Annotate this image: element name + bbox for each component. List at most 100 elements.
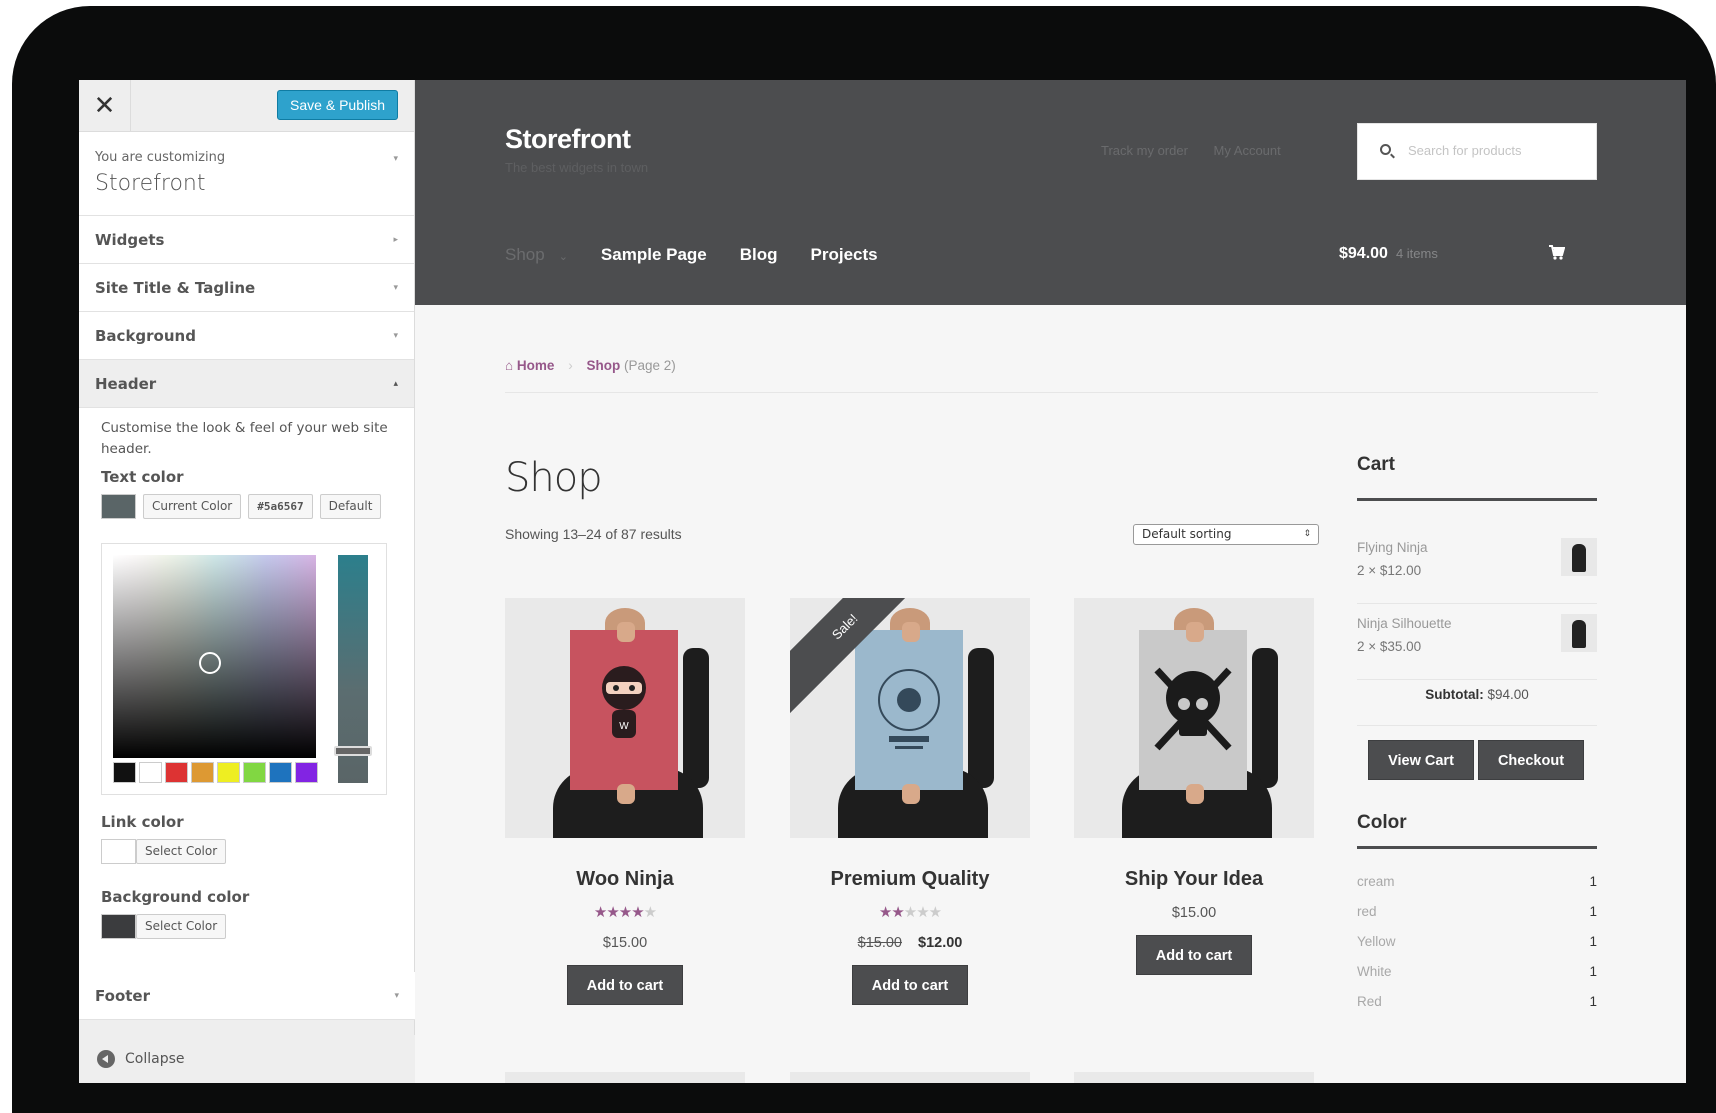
product-price: $15.00 $12.00	[790, 935, 1030, 951]
background-color-swatch[interactable]	[101, 914, 136, 939]
product-title[interactable]: Ship Your Idea	[1074, 868, 1314, 891]
breadcrumb-shop-link[interactable]: Shop	[586, 358, 620, 373]
save-publish-button[interactable]: Save & Publish	[277, 90, 398, 120]
select-arrows-icon: ⇕	[1303, 529, 1311, 539]
section-background[interactable]: Background ▾	[79, 312, 414, 360]
nav-item-shop[interactable]: Shop ⌄	[505, 245, 568, 265]
collapse-button[interactable]: Collapse	[79, 1035, 415, 1083]
breadcrumb-home-link[interactable]: Home	[517, 358, 555, 373]
header-description: Customise the look & feel of your web si…	[101, 420, 388, 457]
text-color-swatch[interactable]	[101, 494, 136, 519]
link-select-color-button[interactable]: Select Color	[136, 839, 227, 864]
link-color-swatch[interactable]	[101, 839, 136, 864]
palette-swatch-white[interactable]	[139, 762, 162, 783]
sorting-selected: Default sorting	[1142, 527, 1232, 541]
section-label: Footer	[95, 987, 150, 1005]
search-placeholder: Search for products	[1408, 143, 1522, 158]
secondary-nav: Track my order My Account	[1101, 143, 1303, 158]
color-widget-title: Color	[1357, 812, 1407, 833]
palette-swatch-blue[interactable]	[269, 762, 292, 783]
section-footer[interactable]: Footer ▾	[79, 972, 415, 1020]
section-widgets[interactable]: Widgets ▸	[79, 216, 414, 264]
skull-poster	[1139, 630, 1247, 790]
subtotal-value: $94.00	[1487, 687, 1529, 702]
section-label: Background	[95, 327, 196, 345]
star-empty-icon: ★★★	[903, 904, 942, 921]
picker-handle[interactable]	[199, 652, 221, 674]
track-order-link[interactable]: Track my order	[1101, 143, 1188, 158]
default-button[interactable]: Default	[319, 494, 382, 519]
cart-item: Ninja Silhouette 2 × $35.00	[1357, 604, 1597, 680]
customizing-label: You are customizing	[95, 150, 226, 165]
color-filter-item[interactable]: Red 1	[1357, 994, 1597, 1009]
customizer-toolbar: ✕ Save & Publish	[79, 80, 414, 132]
my-account-link[interactable]: My Account	[1214, 143, 1281, 158]
color-name: red	[1357, 904, 1377, 919]
current-color-button[interactable]: Current Color	[143, 494, 242, 519]
cart-widget-title: Cart	[1357, 454, 1396, 475]
text-color-label: Text color	[101, 468, 184, 486]
chevron-down-icon: ▾	[394, 991, 399, 1001]
cart-total: $94.00	[1339, 245, 1388, 262]
cart-item-thumbnail[interactable]	[1561, 614, 1597, 652]
palette-swatch-yellow[interactable]	[217, 762, 240, 783]
star-icon: ★★★★	[593, 904, 645, 921]
hex-input[interactable]: #5a6567	[248, 494, 313, 519]
nav-item-projects[interactable]: Projects	[811, 245, 878, 265]
section-site-title-tagline[interactable]: Site Title & Tagline ▾	[79, 264, 414, 312]
site-logo[interactable]: Storefront	[505, 124, 631, 155]
color-filter-item[interactable]: Yellow 1	[1357, 934, 1597, 949]
checkout-button[interactable]: Checkout	[1478, 740, 1584, 780]
product-price: $15.00	[1171, 905, 1217, 921]
palette-swatch-black[interactable]	[113, 762, 136, 783]
price-old: $15.00	[857, 935, 902, 951]
product-image[interactable]: W	[505, 598, 745, 838]
hue-slider-handle[interactable]	[334, 746, 372, 756]
cart-item: Flying Ninja 2 × $12.00	[1357, 528, 1597, 604]
close-icon[interactable]: ✕	[79, 80, 131, 132]
screen: ✕ Save & Publish You are customizing Sto…	[79, 80, 1686, 1083]
section-label: Site Title & Tagline	[95, 279, 256, 297]
product-card: W Woo Ninja ★★★★★ $15.00 Add to cart	[505, 598, 745, 1005]
home-icon[interactable]: ⌂	[505, 358, 513, 373]
product-title[interactable]: Premium Quality	[790, 868, 1030, 891]
search-field[interactable]: Search for products	[1357, 123, 1597, 180]
color-count: 1	[1589, 934, 1597, 949]
add-to-cart-button[interactable]: Add to cart	[852, 965, 968, 1005]
color-picker	[101, 543, 387, 795]
sorting-select[interactable]: Default sorting ⇕	[1133, 524, 1319, 545]
star-empty-icon: ★	[643, 904, 657, 921]
product-title[interactable]: Woo Ninja	[505, 868, 745, 891]
chevron-down-icon: ▾	[393, 331, 398, 341]
color-filter-item[interactable]: White 1	[1357, 964, 1597, 979]
breadcrumb-separator: ›	[568, 358, 573, 373]
product-card: Ship Your Idea $15.00 Add to cart	[1074, 598, 1314, 975]
background-select-color-button[interactable]: Select Color	[136, 914, 227, 939]
ninja-poster: W	[570, 630, 678, 790]
color-filter-item[interactable]: cream 1	[1357, 874, 1597, 889]
section-header[interactable]: Header ▴	[79, 360, 414, 408]
link-color-label: Link color	[101, 813, 184, 831]
color-name: cream	[1357, 874, 1395, 889]
cart-item-thumbnail[interactable]	[1561, 538, 1597, 576]
color-count: 1	[1589, 904, 1597, 919]
cart-icon[interactable]	[1549, 245, 1565, 261]
color-filter-item[interactable]: red 1	[1357, 904, 1597, 919]
product-image[interactable]: Sale!	[790, 598, 1030, 838]
mini-cart[interactable]: $94.00 4 items	[1339, 245, 1438, 263]
link-color-control: Link color Select Color	[101, 813, 227, 864]
text-color-control: Current Color #5a6567 Default	[101, 494, 392, 519]
product-image[interactable]	[1074, 598, 1314, 838]
add-to-cart-button[interactable]: Add to cart	[1136, 935, 1252, 975]
nav-item-sample-page[interactable]: Sample Page	[601, 245, 707, 265]
view-cart-button[interactable]: View Cart	[1368, 740, 1474, 780]
palette-swatch-red[interactable]	[165, 762, 188, 783]
add-to-cart-button[interactable]: Add to cart	[567, 965, 683, 1005]
palette-swatch-purple[interactable]	[295, 762, 318, 783]
color-name: Yellow	[1357, 934, 1396, 949]
palette-swatch-green[interactable]	[243, 762, 266, 783]
result-count: Showing 13–24 of 87 results	[505, 526, 682, 542]
info-toggle-icon[interactable]: ▾	[393, 154, 398, 164]
nav-item-blog[interactable]: Blog	[740, 245, 778, 265]
palette-swatch-orange[interactable]	[191, 762, 214, 783]
